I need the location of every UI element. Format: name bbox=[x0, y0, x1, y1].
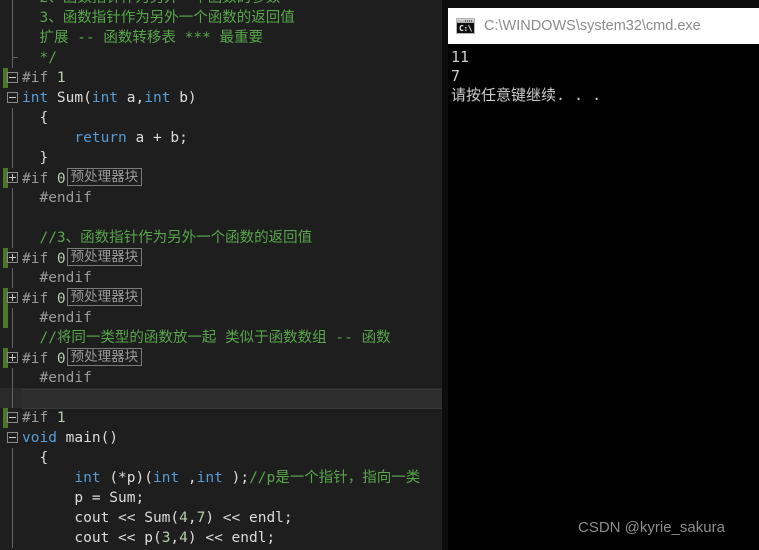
code-line-text: } bbox=[22, 150, 49, 166]
fold-guide-line bbox=[12, 468, 13, 488]
code-line[interactable]: #endif bbox=[0, 268, 442, 288]
code-line[interactable]: #if 1 bbox=[0, 68, 442, 88]
code-line[interactable]: int (*p)(int ,int );//p是一个指针，指向一类 bbox=[0, 468, 442, 488]
cmd-icon-prompt-text: C:\ bbox=[459, 24, 472, 33]
code-line[interactable]: #if 0 预处理器块 bbox=[0, 348, 442, 368]
expand-region-icon[interactable] bbox=[7, 172, 18, 183]
code-line-text: 扩展 -- 函数转移表 *** 最重要 bbox=[22, 30, 264, 46]
console-output-line: 7 bbox=[451, 67, 461, 85]
fold-guide-line bbox=[12, 48, 18, 68]
code-line[interactable]: 扩展 -- 函数转移表 *** 最重要 bbox=[0, 28, 442, 48]
selected-line-highlight bbox=[22, 389, 442, 409]
code-line-text: #if 0 预处理器块 bbox=[22, 348, 143, 369]
fold-guide-line bbox=[12, 368, 13, 388]
code-line[interactable]: 2、函数指针作为另外一个函数的参数 bbox=[0, 0, 442, 8]
fold-guide-line bbox=[12, 448, 13, 468]
code-line[interactable]: 3、函数指针作为另外一个函数的返回值 bbox=[0, 8, 442, 28]
code-line[interactable]: { bbox=[0, 448, 442, 468]
code-line-text: #if 1 bbox=[22, 410, 66, 426]
code-line[interactable]: return a + b; bbox=[0, 128, 442, 148]
code-line-text: { bbox=[22, 450, 49, 466]
code-line[interactable] bbox=[0, 388, 442, 409]
code-line-text: #if 1 bbox=[22, 70, 66, 86]
fold-guide-line bbox=[12, 208, 13, 228]
code-line[interactable]: #if 0 预处理器块 bbox=[0, 248, 442, 268]
code-line[interactable]: #if 1 bbox=[0, 408, 442, 428]
fold-guide-line bbox=[12, 488, 13, 508]
code-line[interactable]: cout << p(3,4) << endl; bbox=[0, 528, 442, 548]
fold-guide-line bbox=[12, 508, 13, 528]
code-line-text: p = Sum; bbox=[22, 490, 145, 506]
code-line-text: { bbox=[22, 110, 49, 126]
code-line[interactable] bbox=[0, 208, 442, 228]
code-line-text: cout << p(3,4) << endl; bbox=[22, 530, 276, 546]
change-indicator-bar bbox=[3, 308, 8, 328]
collapse-region-icon[interactable] bbox=[7, 432, 18, 443]
code-line[interactable]: #endif bbox=[0, 188, 442, 208]
code-line-text: 3、函数指针作为另外一个函数的返回值 bbox=[22, 10, 295, 26]
code-line[interactable]: //3、函数指针作为另外一个函数的返回值 bbox=[0, 228, 442, 248]
code-line[interactable]: #if 0 预处理器块 bbox=[0, 168, 442, 188]
code-line-text: //3、函数指针作为另外一个函数的返回值 bbox=[22, 230, 313, 246]
code-line[interactable]: } bbox=[0, 148, 442, 168]
fold-guide-line bbox=[12, 308, 13, 328]
expand-region-icon[interactable] bbox=[7, 252, 18, 263]
code-line-text: */ bbox=[22, 50, 57, 66]
code-line[interactable]: #if 0 预处理器块 bbox=[0, 288, 442, 308]
code-lines-container[interactable]: 2、函数指针作为另外一个函数的参数 3、函数指针作为另外一个函数的返回值 扩展 … bbox=[0, 0, 442, 548]
code-line-text: #if 0 预处理器块 bbox=[22, 288, 143, 309]
expand-region-icon[interactable] bbox=[7, 352, 18, 363]
cmd-icon-titlebar bbox=[457, 19, 474, 23]
fold-guide-line bbox=[12, 128, 13, 148]
code-line[interactable]: //将同一类型的函数放一起 类似于函数数组 -- 函数 bbox=[0, 328, 442, 348]
console-output-line: 11 bbox=[451, 48, 470, 66]
code-line-text: 2、函数指针作为另外一个函数的参数 bbox=[22, 0, 280, 8]
console-titlebar[interactable]: C:\ C:\WINDOWS\system32\cmd.exe bbox=[448, 8, 759, 44]
fold-guide-line bbox=[12, 8, 13, 28]
code-editor-pane[interactable]: 2、函数指针作为另外一个函数的参数 3、函数指针作为另外一个函数的返回值 扩展 … bbox=[0, 0, 442, 550]
cmd-console-window[interactable]: C:\ C:\WINDOWS\system32\cmd.exe 11 7 请按任意键… bbox=[448, 8, 759, 550]
code-line-text: #endif bbox=[22, 310, 92, 326]
fold-guide-line bbox=[12, 228, 13, 248]
code-line-text: #if 0 预处理器块 bbox=[22, 248, 143, 269]
console-title-text: C:\WINDOWS\system32\cmd.exe bbox=[484, 18, 701, 34]
code-line-text: #endif bbox=[22, 270, 92, 286]
code-line-text: void main() bbox=[22, 430, 119, 446]
code-line[interactable]: #endif bbox=[0, 368, 442, 388]
code-line-text: #endif bbox=[22, 190, 92, 206]
code-line[interactable]: void main() bbox=[0, 428, 442, 448]
fold-guide-line bbox=[12, 388, 13, 408]
code-line-text: int Sum(int a,int b) bbox=[22, 90, 197, 106]
cmd-exe-icon: C:\ bbox=[456, 18, 475, 34]
fold-guide-line bbox=[12, 0, 13, 8]
code-line[interactable]: cout << Sum(4,7) << endl; bbox=[0, 508, 442, 528]
code-line-text: #endif bbox=[22, 370, 92, 386]
code-line[interactable]: p = Sum; bbox=[0, 488, 442, 508]
fold-guide-line bbox=[12, 528, 13, 548]
console-output-area[interactable]: 11 7 请按任意键继续. . . bbox=[448, 44, 759, 550]
code-line-text: int (*p)(int ,int );//p是一个指针，指向一类 bbox=[74, 470, 421, 486]
collapse-region-icon[interactable] bbox=[7, 72, 18, 83]
fold-guide-line bbox=[12, 268, 13, 288]
code-line[interactable]: { bbox=[0, 108, 442, 128]
code-line[interactable]: */ bbox=[0, 48, 442, 68]
collapse-region-icon[interactable] bbox=[7, 92, 18, 103]
fold-guide-line bbox=[12, 108, 13, 128]
fold-guide-line bbox=[12, 28, 13, 48]
code-line-text: return a + b; bbox=[74, 130, 188, 146]
console-output-line: 请按任意键继续. . . bbox=[451, 86, 602, 104]
expand-region-icon[interactable] bbox=[7, 292, 18, 303]
code-line-text: //将同一类型的函数放一起 类似于函数数组 -- 函数 bbox=[22, 330, 391, 346]
code-line[interactable]: int Sum(int a,int b) bbox=[0, 88, 442, 108]
code-line-text: #if 0 预处理器块 bbox=[22, 168, 143, 189]
collapse-region-icon[interactable] bbox=[7, 412, 18, 423]
fold-guide-line bbox=[12, 328, 13, 348]
fold-guide-line bbox=[12, 148, 13, 168]
code-line[interactable]: #endif bbox=[0, 308, 442, 328]
fold-guide-line bbox=[12, 188, 13, 208]
code-line-text: cout << Sum(4,7) << endl; bbox=[22, 510, 293, 526]
